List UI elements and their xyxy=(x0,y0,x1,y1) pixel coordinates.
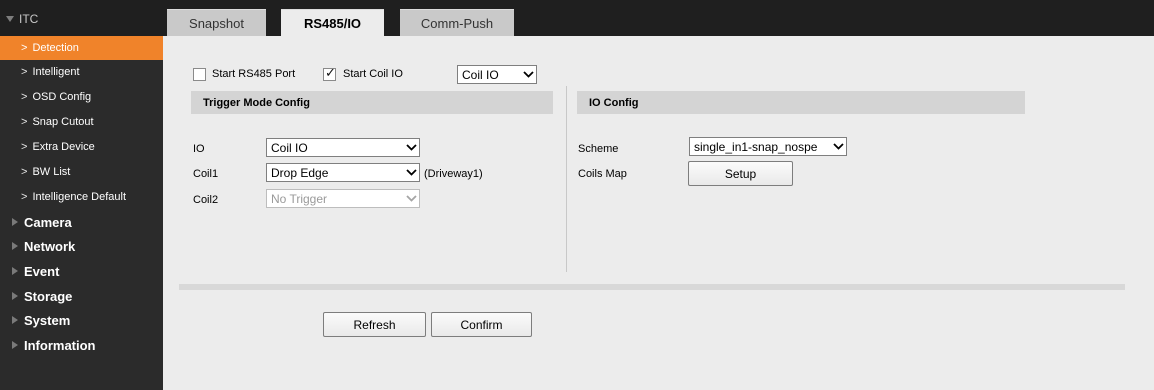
sidebar-item-label: BW List xyxy=(32,166,71,178)
select-value: single_in1-snap_nospe xyxy=(694,139,818,154)
sidebar-item-label: Detection xyxy=(32,42,79,54)
sidebar-item-intelligent[interactable]: > Intelligent xyxy=(0,60,163,84)
coil1-label: Coil1 xyxy=(193,168,219,180)
sidebar-item-information[interactable]: Information xyxy=(0,333,163,357)
sidebar-item-storage[interactable]: Storage xyxy=(0,284,163,308)
expand-right-icon xyxy=(12,341,18,349)
checkmark-icon: ✓ xyxy=(325,65,336,80)
sidebar-item-label: Intelligence Default xyxy=(32,191,126,203)
expand-right-icon xyxy=(12,316,18,324)
chevron-down-icon xyxy=(403,164,419,181)
refresh-button[interactable]: Refresh xyxy=(323,312,426,337)
chevron-right-icon: > xyxy=(21,91,28,103)
chevron-down-icon xyxy=(520,66,536,83)
select-value: Drop Edge xyxy=(271,165,329,180)
sidebar-item-label: Network xyxy=(24,238,76,254)
chevron-down-icon xyxy=(830,138,846,155)
expand-right-icon xyxy=(12,292,18,300)
sidebar-item-label: OSD Config xyxy=(32,91,92,103)
select-value: No Trigger xyxy=(271,191,328,206)
scheme-select[interactable]: single_in1-snap_nospe xyxy=(689,137,847,156)
rs485-checkbox[interactable] xyxy=(193,68,206,81)
expand-right-icon xyxy=(12,218,18,226)
chevron-right-icon: > xyxy=(21,66,28,78)
coil2-label: Coil2 xyxy=(193,194,219,206)
coil1-select[interactable]: Drop Edge xyxy=(266,163,420,182)
sidebar-item-label: Snap Cutout xyxy=(32,116,94,128)
content-panel: Snapshot RS485/IO Comm-Push Start RS485 … xyxy=(163,0,1154,390)
chevron-right-icon: > xyxy=(21,42,28,54)
coils-map-label: Coils Map xyxy=(578,168,627,180)
trigger-mode-header: Trigger Mode Config xyxy=(191,91,553,114)
sidebar: ITC > Detection > Intelligent > OSD Conf… xyxy=(0,0,163,390)
rs485-label: Start RS485 Port xyxy=(212,68,296,80)
sidebar-item-osd-config[interactable]: > OSD Config xyxy=(0,85,163,109)
expand-right-icon xyxy=(12,267,18,275)
coil1-suffix: (Driveway1) xyxy=(424,168,483,180)
confirm-button[interactable]: Confirm xyxy=(431,312,532,337)
mode-select[interactable]: Coil IO xyxy=(457,65,537,84)
chevron-right-icon: > xyxy=(21,166,28,178)
sidebar-item-extra-device[interactable]: > Extra Device xyxy=(0,135,163,159)
io-label: IO xyxy=(193,143,205,155)
chevron-right-icon: > xyxy=(21,116,28,128)
horizontal-separator xyxy=(179,284,1125,290)
coil-io-checkbox[interactable]: ✓ xyxy=(323,65,336,81)
sidebar-item-label: Camera xyxy=(24,214,72,230)
select-value: Coil IO xyxy=(271,140,308,155)
sidebar-item-label: System xyxy=(24,312,71,328)
expand-down-icon xyxy=(6,16,14,22)
tab-bar: Snapshot RS485/IO Comm-Push xyxy=(163,0,1154,36)
sidebar-item-label: Intelligent xyxy=(32,66,80,78)
chevron-right-icon: > xyxy=(21,191,28,203)
tab-comm-push[interactable]: Comm-Push xyxy=(400,9,514,36)
sidebar-item-label: Event xyxy=(24,263,60,279)
io-config-header: IO Config xyxy=(577,91,1025,114)
sidebar-item-intelligence-default[interactable]: > Intelligence Default xyxy=(0,185,163,209)
tab-rs485-io[interactable]: RS485/IO xyxy=(281,9,384,36)
sidebar-item-bw-list[interactable]: > BW List xyxy=(0,160,163,184)
scheme-label: Scheme xyxy=(578,143,619,155)
sidebar-item-system[interactable]: System xyxy=(0,308,163,332)
vertical-divider xyxy=(566,86,567,272)
sidebar-root-label: ITC xyxy=(19,12,39,26)
sidebar-item-network[interactable]: Network xyxy=(0,234,163,258)
sidebar-item-label: Extra Device xyxy=(32,141,95,153)
chevron-right-icon: > xyxy=(21,141,28,153)
sidebar-item-detection[interactable]: > Detection xyxy=(0,36,163,60)
sidebar-item-label: Information xyxy=(24,337,96,353)
sidebar-item-camera[interactable]: Camera xyxy=(0,210,163,234)
sidebar-item-label: Storage xyxy=(24,288,73,304)
sidebar-item-snap-cutout[interactable]: > Snap Cutout xyxy=(0,110,163,134)
coil2-select[interactable]: No Trigger xyxy=(266,189,420,208)
expand-right-icon xyxy=(12,242,18,250)
chevron-down-icon xyxy=(403,139,419,156)
coil-io-label: Start Coil IO xyxy=(343,68,403,80)
chevron-down-icon xyxy=(403,190,419,207)
setup-button[interactable]: Setup xyxy=(688,161,793,186)
sidebar-item-itc[interactable]: ITC xyxy=(4,11,38,27)
tab-snapshot[interactable]: Snapshot xyxy=(167,9,266,36)
select-value: Coil IO xyxy=(462,67,499,82)
sidebar-item-event[interactable]: Event xyxy=(0,259,163,283)
io-select[interactable]: Coil IO xyxy=(266,138,420,157)
